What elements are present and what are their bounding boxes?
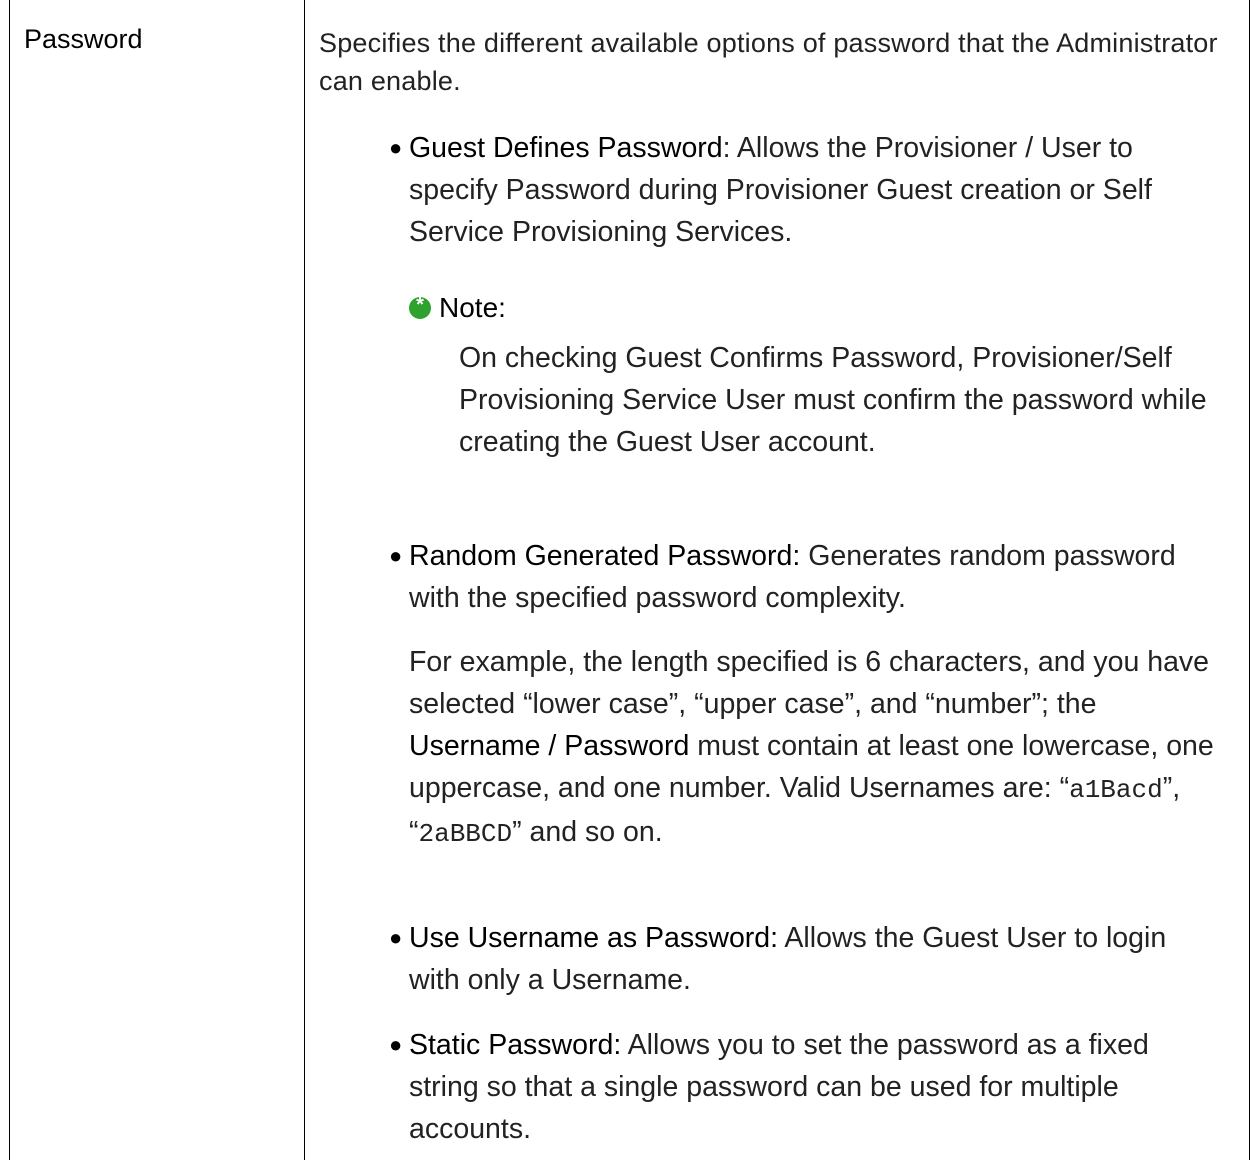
description-cell: Specifies the different available option… (319, 24, 1219, 1145)
item-label: Static Password: (409, 1029, 622, 1061)
term-cell: Password (24, 24, 143, 54)
description-intro: Specifies the different available option… (319, 28, 1218, 96)
bullet-icon: ● (389, 925, 403, 950)
list-item-random-generated-password: ● Random Generated Password: Generates ra… (389, 535, 1219, 619)
item-label: Use Username as Password: (409, 922, 779, 954)
bullet-icon: ● (389, 135, 403, 160)
example-paragraph: For example, the length specified is 6 c… (409, 646, 1214, 849)
note-label: Note: (439, 292, 506, 323)
column-divider (304, 0, 305, 1160)
item-label: Guest Defines Password (409, 132, 723, 164)
bullet-icon: ● (389, 543, 403, 568)
bullet-icon: ● (389, 1032, 403, 1057)
note-body: On checking Guest Confirms Password, Pro… (459, 342, 1207, 458)
example-bold-term: Username / Password (409, 730, 690, 762)
note-star-icon: * (409, 294, 431, 319)
example-code-2: 2aBBCD (418, 819, 513, 849)
list-item-use-username-as-password: ● Use Username as Password: Allows the Gu… (389, 917, 1219, 1001)
item-label: Random Generated Password: (409, 540, 801, 572)
list-item-static-password: ● Static Password: Allows you to set the … (389, 1024, 1219, 1150)
example-code-1: a1Bacd (1069, 775, 1163, 805)
note-heading: * Note: (409, 292, 506, 324)
list-item-guest-defines-password: ● Guest Defines Password: Allows the Prov… (389, 127, 1219, 253)
definition-table: Password Specifies the different availab… (9, 0, 1250, 1160)
